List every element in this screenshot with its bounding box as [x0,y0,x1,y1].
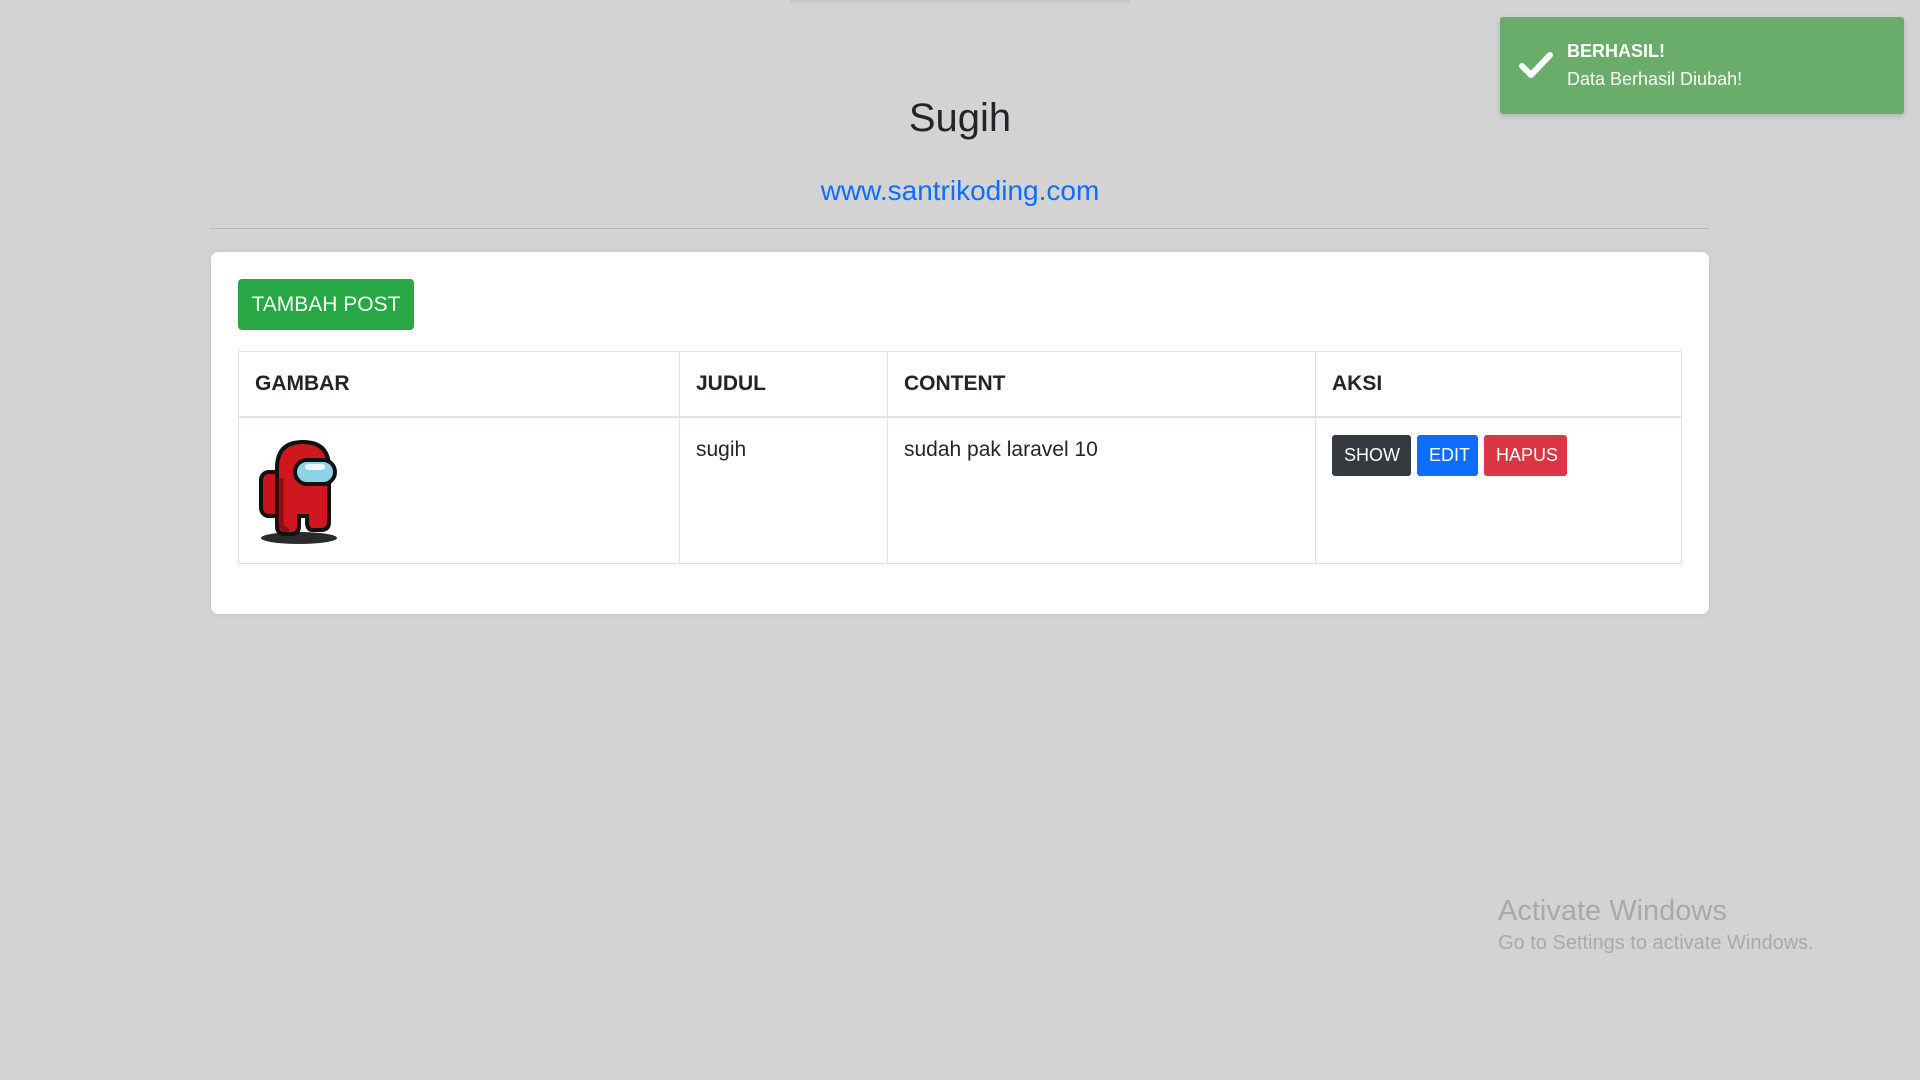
column-header-judul: JUDUL [679,351,888,418]
toast-message: Data Berhasil Diubah! [1567,69,1743,89]
header-divider [210,228,1709,229]
success-toast[interactable]: BERHASIL! Data Berhasil Diubah! [1500,17,1904,114]
table-header-row: GAMBAR JUDUL CONTENT AKSI [238,351,1682,418]
action-buttons: SHOW EDIT HAPUS [1332,435,1567,476]
top-edge-shadow [790,0,1130,4]
post-image-cell [238,416,680,564]
among-us-red-crewmate-image [259,439,337,544]
table-row: sugih sudah pak laravel 10 SHOW EDIT HAP… [238,416,1682,564]
windows-activation-watermark: Activate Windows Go to Settings to activ… [1498,895,1814,955]
site-link[interactable]: www.santrikoding.com [821,175,1100,206]
toast-title: BERHASIL! [1567,41,1665,61]
posts-card: TAMBAH POST GAMBAR JUDUL CONTENT AKSI su… [211,252,1709,614]
column-header-content: CONTENT [887,351,1316,418]
site-link-container: www.santrikoding.com [0,175,1920,207]
watermark-title: Activate Windows [1498,895,1727,927]
edit-button[interactable]: EDIT [1417,435,1478,476]
delete-button[interactable]: HAPUS [1484,435,1567,476]
show-button[interactable]: SHOW [1332,435,1411,476]
checkmark-icon [1519,52,1553,78]
column-header-gambar: GAMBAR [238,351,680,418]
post-actions-cell: SHOW EDIT HAPUS [1315,416,1682,564]
post-content-cell: sudah pak laravel 10 [887,416,1316,564]
posts-table: GAMBAR JUDUL CONTENT AKSI sugih sudah pa… [238,351,1682,564]
page: Sugih www.santrikoding.com TAMBAH POST G… [0,0,1920,1080]
column-header-aksi: AKSI [1315,351,1682,418]
post-judul-cell: sugih [679,416,888,564]
add-post-button[interactable]: TAMBAH POST [238,279,414,330]
watermark-subtitle: Go to Settings to activate Windows. [1498,932,1814,954]
